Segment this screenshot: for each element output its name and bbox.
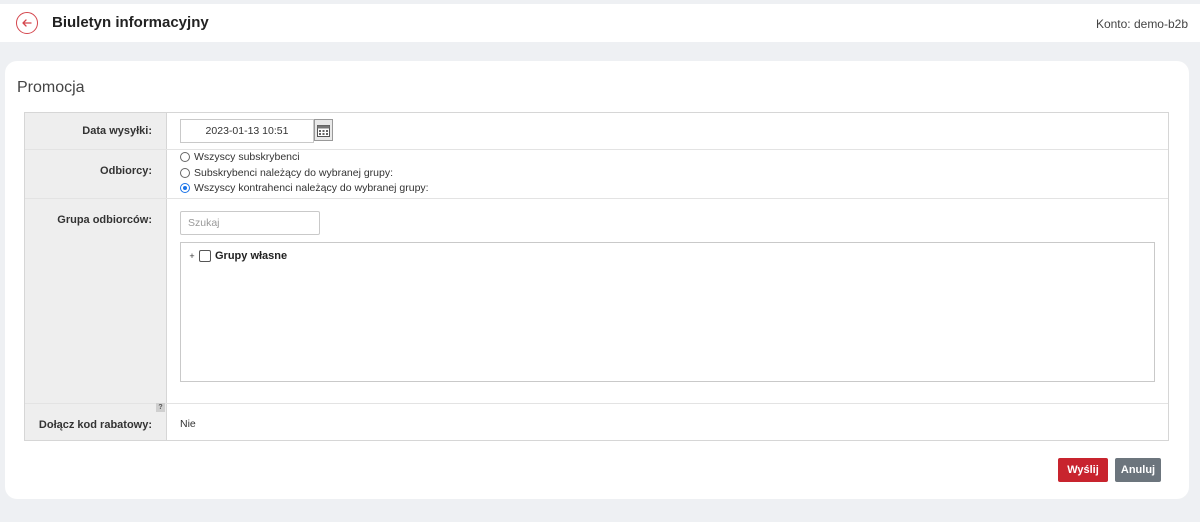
row-separator bbox=[25, 149, 1168, 150]
radio-label: Subskrybenci należący do wybranej grupy: bbox=[194, 167, 394, 179]
newsletter-card: Promocja Data wysyłki: 2023-01-13 10:51 … bbox=[5, 61, 1189, 499]
calendar-icon bbox=[317, 124, 330, 137]
tree-checkbox[interactable] bbox=[199, 250, 211, 262]
group-tree: + Grupy własne bbox=[180, 242, 1155, 382]
discount-code-label: Dołącz kod rabatowy: bbox=[38, 419, 152, 431]
recipients-option-group-contractors[interactable]: Wszyscy kontrahenci należący do wybranej… bbox=[180, 182, 429, 194]
radio-button[interactable] bbox=[180, 152, 190, 162]
top-bar: Biuletyn informacyjny Konto: demo-b2b bbox=[0, 4, 1200, 42]
newsletter-form: Data wysyłki: 2023-01-13 10:51 Odbiorcy:… bbox=[24, 112, 1169, 441]
label-column bbox=[25, 113, 167, 440]
recipient-group-label: Grupa odbiorców: bbox=[57, 214, 152, 226]
radio-label: Wszyscy kontrahenci należący do wybranej… bbox=[194, 182, 429, 194]
expand-icon[interactable]: + bbox=[187, 251, 197, 261]
help-icon[interactable]: ? bbox=[156, 403, 165, 412]
row-separator bbox=[25, 198, 1168, 199]
radio-label: Wszyscy subskrybenci bbox=[194, 151, 300, 163]
account-label: Konto: demo-b2b bbox=[1095, 17, 1188, 31]
send-date-input[interactable]: 2023-01-13 10:51 bbox=[180, 119, 314, 143]
recipients-option-group-subscribers[interactable]: Subskrybenci należący do wybranej grupy: bbox=[180, 167, 393, 179]
group-search-input[interactable]: Szukaj bbox=[180, 211, 320, 235]
recipients-label: Odbiorcy: bbox=[100, 165, 152, 177]
calendar-button[interactable] bbox=[314, 119, 333, 141]
recipients-option-all-subscribers[interactable]: Wszyscy subskrybenci bbox=[180, 151, 300, 163]
tree-item-own-groups[interactable]: + Grupy własne bbox=[187, 250, 287, 262]
radio-button-selected[interactable] bbox=[180, 183, 190, 193]
row-separator bbox=[25, 403, 1168, 404]
page-title: Biuletyn informacyjny bbox=[52, 14, 209, 31]
send-button[interactable]: Wyślij bbox=[1058, 458, 1108, 482]
discount-code-value: Nie bbox=[180, 418, 196, 430]
tree-item-label: Grupy własne bbox=[215, 250, 288, 262]
back-button[interactable] bbox=[16, 12, 38, 34]
radio-button[interactable] bbox=[180, 168, 190, 178]
section-title: Promocja bbox=[17, 79, 85, 96]
send-date-label: Data wysyłki: bbox=[82, 125, 152, 137]
arrow-left-icon bbox=[22, 19, 32, 27]
cancel-button[interactable]: Anuluj bbox=[1115, 458, 1161, 482]
